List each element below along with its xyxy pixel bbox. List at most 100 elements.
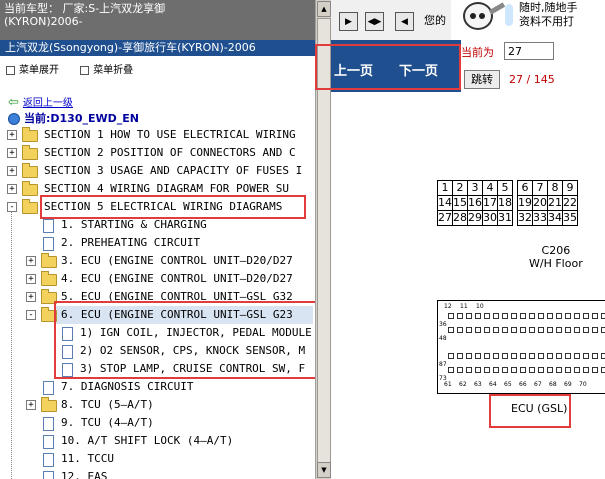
vehicle-subtitle: 上汽双龙(Ssongyong)-享御旅行车(KYRON)-2006	[0, 40, 315, 56]
current-node: 当前:D130_EWD_EN	[8, 110, 139, 126]
expand-toggle-icon[interactable]: +	[7, 166, 17, 176]
folder-icon	[41, 397, 57, 412]
ecu-pin-cell	[601, 313, 605, 319]
ecu-pin-cell	[574, 353, 580, 359]
ecu-pin-cell	[484, 367, 490, 373]
folder-icon	[22, 181, 38, 196]
folder-icon	[22, 127, 38, 142]
tree-item-label: 7. DIAGNOSIS CIRCUIT	[61, 380, 194, 393]
expand-toggle-icon[interactable]: +	[26, 292, 36, 302]
ecu-pin-cell	[565, 353, 571, 359]
tree-item-label: 12. EAS	[61, 470, 108, 479]
ecu-pin-cell	[574, 367, 580, 373]
ecu-pin-cell	[484, 313, 490, 319]
ecu-pin-cell	[601, 353, 605, 359]
ecu-pin-cell	[556, 367, 562, 373]
promo-banner[interactable]: 随时,随地手 资料不用打	[505, 0, 605, 40]
ecu-pin-cell	[556, 353, 562, 359]
ecu-pin-cell	[457, 367, 463, 373]
open-folder-icon	[22, 199, 38, 214]
square-icon	[80, 65, 90, 75]
ecu-pin-cell	[556, 313, 562, 319]
ecu-pin-cell	[529, 313, 535, 319]
mascot-eye	[470, 13, 476, 19]
ecu-label: ECU (GSL)	[511, 402, 568, 415]
ecu-pin-number: 63	[474, 381, 482, 388]
page-count: 27 / 145	[509, 73, 555, 86]
ecu-pin-cell	[457, 313, 463, 319]
ecu-pin-cell	[484, 353, 490, 359]
ecu-pin-cell	[574, 313, 580, 319]
ecu-pin-number: 67	[534, 381, 542, 388]
connector-pin: 20	[532, 195, 548, 211]
menu-expand-button[interactable]: 菜单展开	[6, 61, 59, 76]
connector-pin: 32	[517, 210, 533, 226]
ecu-pin-cell	[583, 353, 589, 359]
scroll-up-icon[interactable]: ▲	[317, 1, 331, 17]
connector-name: C206	[541, 244, 571, 257]
folder-icon	[22, 163, 38, 178]
connector-pin: 19	[517, 195, 533, 211]
expand-toggle-icon[interactable]: +	[26, 400, 36, 410]
tree-item-label: 9. TCU (4—A/T)	[61, 416, 154, 429]
ecu-pin-number: 48	[439, 335, 447, 342]
connector-row: 14 15 16 17 18 19 20 21 22	[437, 195, 578, 211]
scroll-down-icon[interactable]: ▼	[317, 462, 331, 478]
ecu-pin-cell	[583, 327, 589, 333]
folder-icon	[41, 271, 57, 286]
ecu-pin-cell	[520, 353, 526, 359]
play-icon[interactable]: ▶	[339, 12, 358, 31]
promo-line-1: 随时,随地手	[519, 1, 578, 14]
expand-toggle-icon[interactable]: +	[7, 148, 17, 158]
ecu-pin-number: 36	[439, 321, 447, 328]
ecu-pin-number: 10	[476, 303, 484, 310]
connector-pin: 14	[437, 195, 453, 211]
expand-toggle-icon[interactable]: +	[7, 184, 17, 194]
ecu-pin-cell	[529, 353, 535, 359]
tree-item-label: 11. TCCU	[61, 452, 114, 465]
ecu-pin-number: 11	[460, 303, 468, 310]
ecu-pin-cell	[592, 353, 598, 359]
wrench-icon	[488, 2, 506, 15]
tree-item-label: 4. ECU (ENGINE CONTROL UNIT—D20/D27	[61, 272, 293, 285]
document-icon	[43, 381, 54, 395]
page-number-input[interactable]	[504, 42, 554, 60]
folder-icon	[22, 145, 38, 160]
expand-toggle-icon[interactable]: +	[26, 274, 36, 284]
menu-collapse-button[interactable]: 菜单折叠	[80, 61, 133, 76]
expand-toggle-icon[interactable]: +	[26, 256, 36, 266]
connector-pin: 4	[482, 180, 498, 196]
ecu-pin-cell	[475, 313, 481, 319]
connector-pin: 21	[547, 195, 563, 211]
highlight-ecu-6-group	[54, 301, 315, 379]
viewer-toolbar: ▶ ◀▶ ◀ 您的 随时,随地手 资料不用打	[331, 0, 605, 40]
ecu-pin-cell	[538, 327, 544, 333]
ecu-pin-cell	[502, 353, 508, 359]
ecu-pin-cell	[511, 367, 517, 373]
ecu-pin-number: 68	[549, 381, 557, 388]
ecu-pin-cell	[520, 327, 526, 333]
connector-pin: 29	[467, 210, 483, 226]
ecu-pin-number: 12	[444, 303, 452, 310]
connector-pin: 8	[547, 180, 563, 196]
page-jump-bar: 当前为 跳转 27 / 145	[461, 40, 605, 92]
ecu-pin-cell	[502, 327, 508, 333]
menu-controls: 菜单展开 菜单折叠	[6, 61, 151, 76]
previous-icon[interactable]: ◀	[395, 12, 414, 31]
ecu-pin-cell	[601, 367, 605, 373]
highlight-page-nav	[315, 44, 461, 90]
collapse-toggle-icon[interactable]: -	[7, 202, 17, 212]
connector-pin: 2	[452, 180, 468, 196]
back-link[interactable]: ⇦ 返回上一级	[8, 94, 73, 110]
ecu-pin-cell	[520, 313, 526, 319]
jump-button[interactable]: 跳转	[464, 70, 500, 89]
ecu-pin-cell	[556, 327, 562, 333]
fit-width-icon[interactable]: ◀▶	[365, 12, 384, 31]
ecu-pin-cell	[466, 327, 472, 333]
connector-row: 27 28 29 30 31 32 33 34 35	[437, 210, 578, 226]
document-icon	[43, 453, 54, 467]
expand-toggle-icon[interactable]: +	[7, 130, 17, 140]
vehicle-maker: 厂家:S-上汽双龙享御	[62, 2, 166, 15]
collapse-toggle-icon[interactable]: -	[26, 310, 36, 320]
ecu-pin-cell	[484, 327, 490, 333]
